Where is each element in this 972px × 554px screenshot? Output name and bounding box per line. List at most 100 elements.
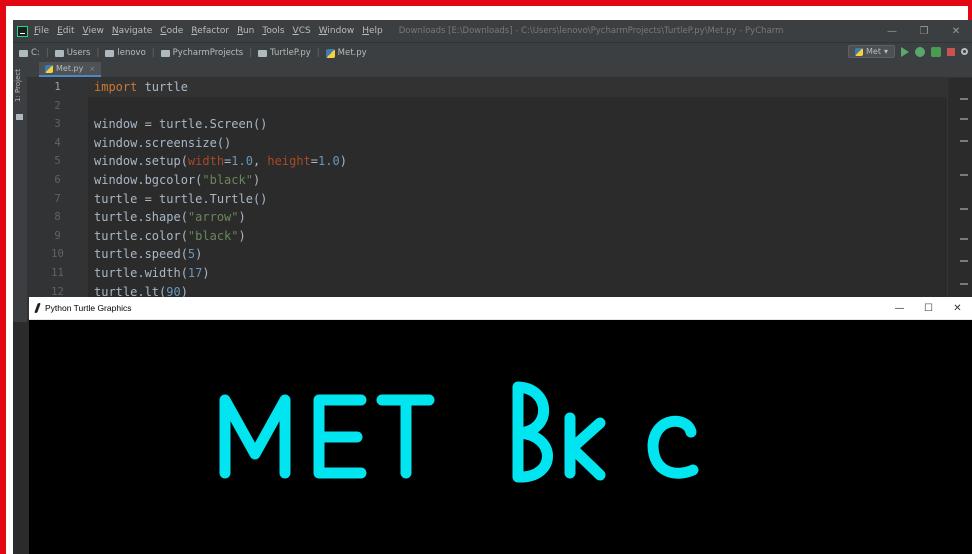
code-editor[interactable]: import turtle window = turtle.Screen() win… (88, 78, 948, 318)
search-icon[interactable] (961, 48, 968, 55)
code-token: "arrow" (187, 210, 239, 225)
code-token: import (94, 80, 138, 94)
code-token: ) (238, 228, 246, 243)
menu-run[interactable]: Run (237, 26, 254, 36)
tab-label: Met.py (56, 64, 84, 73)
code-line[interactable]: turtle.color("black") (94, 227, 246, 246)
turtle-window-controls: — ☐ ✕ (885, 297, 972, 319)
pycharm-app-icon (17, 25, 28, 37)
code-line[interactable]: import turtle (94, 78, 188, 97)
code-token: width (187, 154, 225, 169)
stripe-mark (960, 283, 968, 285)
stripe-mark (960, 98, 968, 100)
menu-window[interactable]: Window (319, 26, 355, 36)
close-button[interactable]: ✕ (940, 26, 972, 37)
code-token: turtle (137, 80, 188, 94)
code-line[interactable]: turtle.shape("arrow") (94, 208, 246, 227)
code-line[interactable]: window = turtle.Screen() (94, 115, 267, 134)
breadcrumb-drive[interactable]: C: (19, 48, 40, 58)
minimize-button[interactable]: — (885, 303, 914, 314)
code-token: turtle = turtle.Turtle() (94, 191, 268, 206)
breadcrumb-pycharmprojects[interactable]: PycharmProjects (160, 48, 243, 58)
code-token: window.setup( (94, 154, 188, 169)
code-line[interactable]: window.bgcolor("black") (94, 171, 260, 190)
line-number: 10 (51, 248, 64, 261)
menu-help[interactable]: Help (362, 26, 383, 36)
code-token: = (310, 154, 319, 169)
project-tool-button[interactable]: 1: Project (14, 66, 26, 106)
breadcrumb-lenovo[interactable]: lenovo (105, 48, 146, 58)
tab-met-py[interactable]: Met.py × (39, 62, 102, 77)
code-token: window.bgcolor( (94, 173, 203, 187)
code-line[interactable]: window.setup(width=1.0, height=1.0) (94, 152, 347, 171)
turtle-drawing (219, 381, 699, 483)
breadcrumb-met[interactable]: Met.py (325, 48, 367, 58)
python-file-icon (325, 48, 335, 58)
code-token: ) (339, 154, 347, 169)
maximize-button[interactable]: ☐ (914, 303, 943, 314)
code-token: ) (202, 266, 210, 280)
line-number: 8 (54, 211, 61, 224)
menu-vcs[interactable]: VCS (293, 26, 311, 36)
code-token: ) (252, 173, 261, 187)
letter-k-arms (566, 417, 606, 481)
code-line[interactable]: turtle.speed(5) (94, 245, 202, 264)
stop-icon[interactable] (947, 47, 955, 56)
breadcrumb-label: C: (31, 48, 40, 58)
menu-file[interactable]: File (34, 26, 49, 36)
close-button[interactable]: ✕ (943, 303, 972, 314)
code-line[interactable]: turtle.width(17) (94, 264, 210, 283)
folder-icon (160, 49, 170, 57)
code-token: 1.0 (318, 154, 340, 169)
editor-tab-bar: Met.py × (27, 62, 972, 78)
turtle-canvas (219, 381, 699, 483)
line-number: 6 (54, 174, 61, 186)
window-title: Downloads [E:\Downloads] - C:\Users\leno… (398, 26, 784, 36)
code-token: 1.0 (231, 154, 253, 169)
folder-icon (16, 114, 23, 120)
menu-edit[interactable]: Edit (57, 26, 74, 36)
line-number: 3 (54, 118, 61, 131)
folder-icon (258, 49, 268, 57)
breadcrumb-label: Met.py (337, 48, 367, 58)
menu-code[interactable]: Code (160, 26, 183, 36)
run-configuration-label: Met (866, 47, 881, 56)
breadcrumb-separator: | (151, 48, 155, 58)
menu-view[interactable]: View (83, 26, 104, 36)
line-number: 7 (54, 192, 61, 205)
coverage-icon[interactable] (931, 46, 941, 57)
breadcrumb-separator: | (45, 48, 49, 58)
breadcrumb-turtlep[interactable]: TurtleP.py (258, 48, 311, 58)
code-token: ) (195, 247, 203, 262)
menu-tools[interactable]: Tools (262, 26, 284, 36)
current-line-highlight (88, 78, 948, 97)
minimize-button[interactable]: — (876, 26, 908, 37)
feather-icon (34, 303, 41, 313)
code-token: 17 (187, 266, 203, 280)
stripe-mark (960, 208, 968, 210)
breadcrumb-separator: | (316, 48, 320, 58)
run-configuration-select[interactable]: Met ▾ (848, 45, 895, 58)
stripe-mark (960, 140, 968, 142)
editor-error-stripe[interactable] (947, 78, 972, 318)
run-icon[interactable] (901, 46, 909, 57)
menu-navigate[interactable]: Navigate (112, 26, 152, 36)
tab-close-icon[interactable]: × (89, 65, 95, 73)
line-number: 11 (51, 267, 64, 279)
letter-c (647, 415, 699, 479)
code-line[interactable]: window.screensize() (94, 134, 231, 153)
breadcrumb-users[interactable]: Users (54, 48, 91, 58)
turtle-window-titlebar[interactable]: Python Turtle Graphics — ☐ ✕ (29, 297, 972, 320)
menu-refactor[interactable]: Refactor (191, 26, 229, 36)
code-token: turtle.shape( (94, 210, 188, 225)
stripe-mark (960, 174, 968, 176)
code-token: turtle.color( (94, 228, 188, 243)
turtle-graphics-window: Python Turtle Graphics — ☐ ✕ (29, 297, 972, 554)
navigation-bar: C: | Users | lenovo | PycharmProjects | … (13, 42, 972, 63)
code-line[interactable]: turtle = turtle.Turtle() (94, 190, 267, 209)
python-file-icon (855, 47, 864, 56)
code-token: "black" (202, 173, 253, 187)
debug-icon[interactable] (915, 46, 925, 57)
restore-button[interactable]: ❐ (908, 26, 940, 37)
line-number: 5 (54, 155, 61, 168)
